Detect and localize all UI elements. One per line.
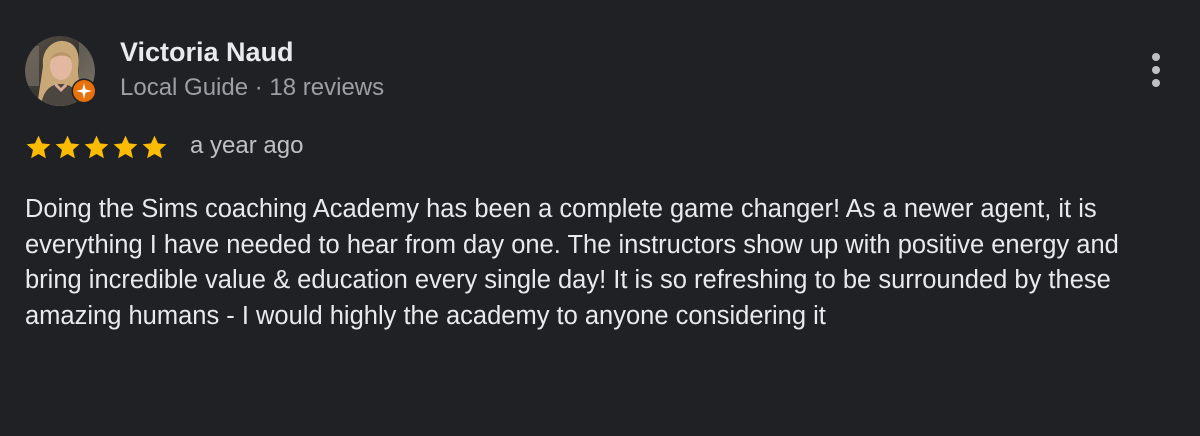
star-icon xyxy=(26,135,51,158)
review-time: a year ago xyxy=(190,132,304,159)
more-options-button[interactable] xyxy=(1140,48,1172,92)
local-guide-badge-icon xyxy=(71,78,97,104)
star-icon xyxy=(142,135,167,158)
review-card: Victoria Naud Local Guide · 18 reviews a… xyxy=(0,0,1200,436)
reviewer-meta[interactable]: Local Guide · 18 reviews xyxy=(120,73,384,103)
star-rating xyxy=(24,132,169,162)
more-vert-icon xyxy=(1152,53,1160,87)
reviewer-name[interactable]: Victoria Naud xyxy=(120,36,294,68)
star-icon xyxy=(84,135,109,158)
reviewer-avatar-link[interactable] xyxy=(25,36,97,106)
review-text: Doing the Sims coaching Academy has been… xyxy=(25,195,1119,330)
star-icon xyxy=(113,135,138,158)
star-icon xyxy=(55,135,80,158)
